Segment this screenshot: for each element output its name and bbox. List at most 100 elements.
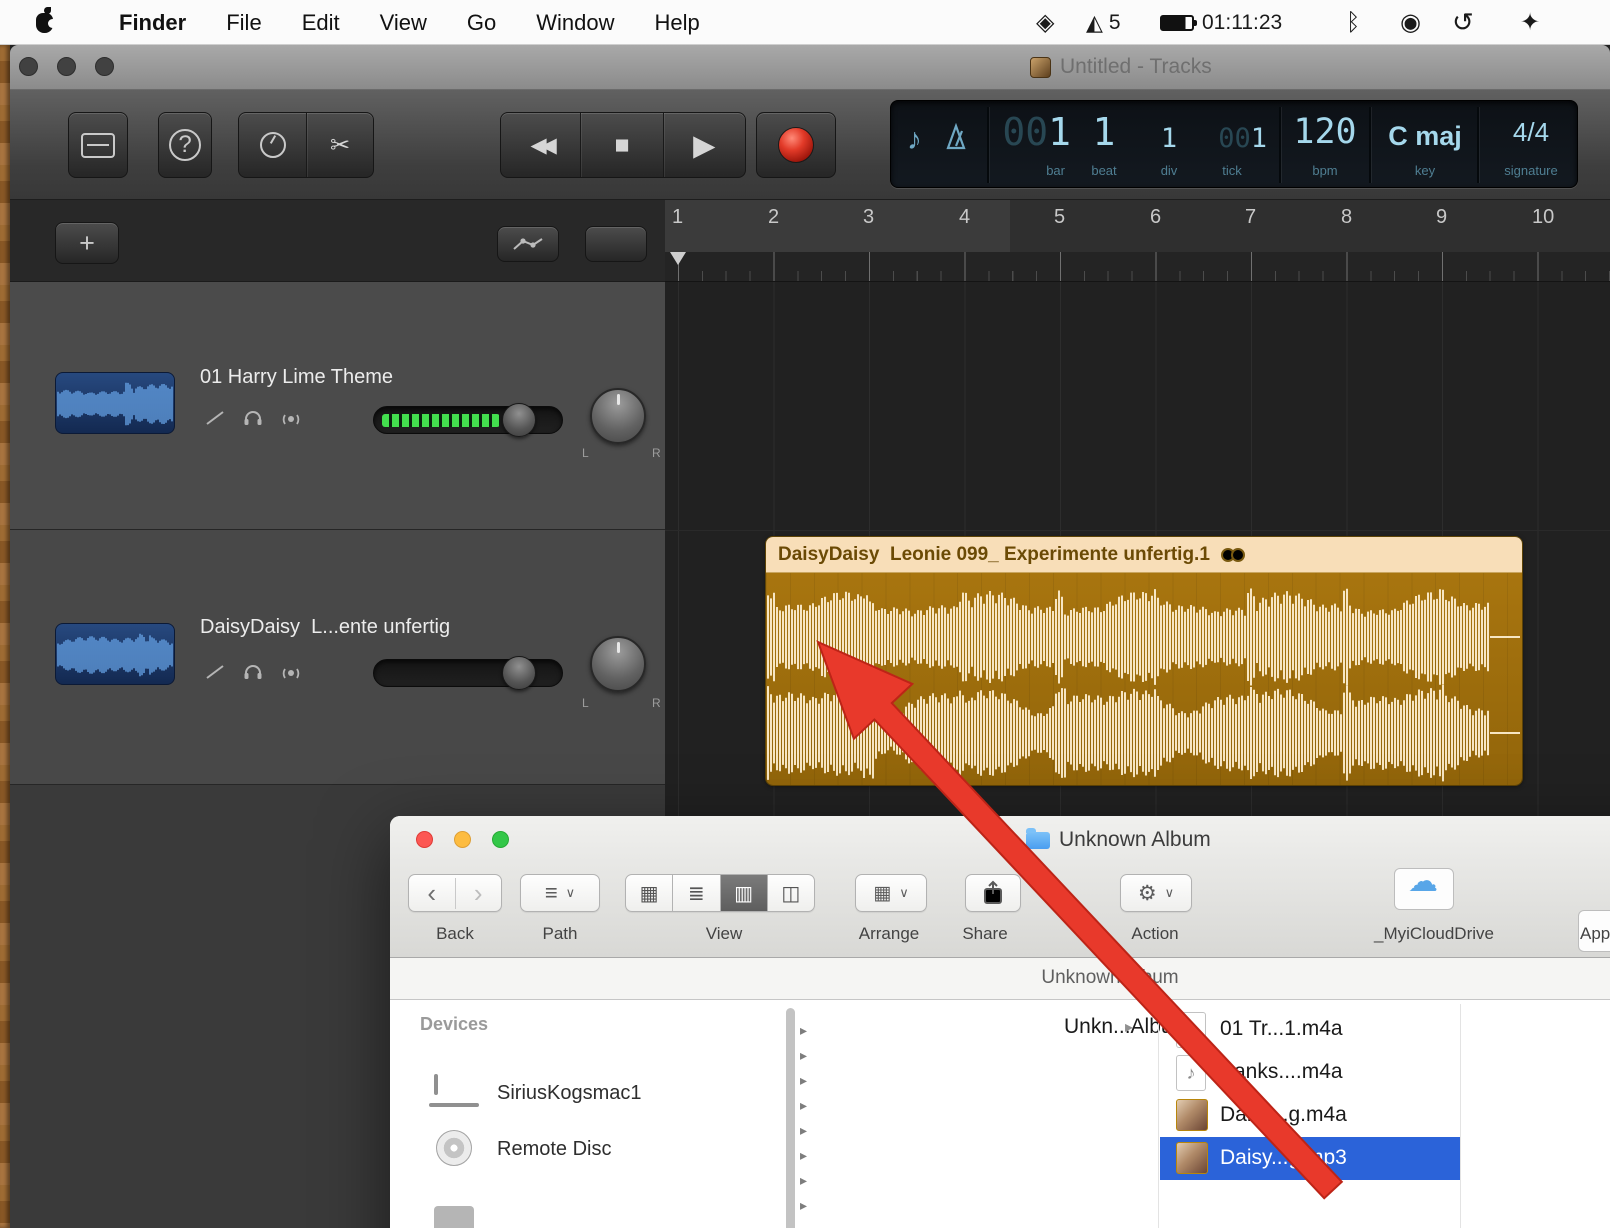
disclosure-icon[interactable]: ▸ xyxy=(800,1097,807,1114)
minimize-icon[interactable] xyxy=(454,831,471,848)
lcd-bar-value[interactable]: 001 xyxy=(991,113,1071,151)
region-header[interactable]: DaisyDaisy Leonie 099_ Experimente unfer… xyxy=(766,537,1522,573)
share-button[interactable] xyxy=(965,874,1021,912)
file-row[interactable]: Daisy...g.m4a xyxy=(1160,1094,1460,1137)
forward-button[interactable]: › xyxy=(454,877,502,909)
menu-window[interactable]: Window xyxy=(536,10,614,36)
column-folder-row[interactable]: Unkn...Album ▸ xyxy=(820,1008,1190,1050)
icloud-drive-button[interactable]: ☁ xyxy=(1394,867,1454,910)
accessibility-icon[interactable]: ◉ xyxy=(1400,0,1421,45)
path-bar-text: Unknown Album xyxy=(1041,967,1179,988)
sidebar-item-remote-disc[interactable]: Remote Disc xyxy=(497,1138,611,1161)
disclosure-icon[interactable]: ▸ xyxy=(800,1197,807,1214)
lcd-beat-value[interactable]: 1 xyxy=(1079,113,1129,151)
arrange-button[interactable]: ▦ ∨ xyxy=(855,874,927,912)
sidebar-scrollbar[interactable] xyxy=(786,1008,795,1228)
headphones-icon[interactable] xyxy=(234,402,272,434)
menu-view[interactable]: View xyxy=(380,10,427,36)
lcd-div-value[interactable]: 1 xyxy=(1147,125,1191,152)
track-header-2[interactable]: DaisyDaisy L...ente unfertig L R xyxy=(10,530,665,785)
edit-tools-button[interactable]: ✂ xyxy=(306,113,373,177)
signal-status-icon[interactable]: ◭ 5 xyxy=(1086,0,1121,45)
library-button[interactable] xyxy=(68,112,128,178)
help-button[interactable]: ? xyxy=(158,112,212,178)
view-columns-icon[interactable]: ▥ xyxy=(720,875,768,911)
track-header-1[interactable]: 01 Harry Lime Theme L R xyxy=(10,282,665,530)
headphones-icon[interactable] xyxy=(234,656,272,688)
icloud-drive-label: _MyiCloudDrive xyxy=(1374,924,1494,943)
disclosure-icon[interactable]: ▸ xyxy=(800,1022,807,1039)
track2-waveform-thumbnail[interactable] xyxy=(55,623,175,685)
automation-button[interactable] xyxy=(497,226,559,262)
battery-icon xyxy=(1160,14,1197,31)
disclosure-icon[interactable]: ▸ xyxy=(800,1172,807,1189)
menu-help[interactable]: Help xyxy=(655,10,700,36)
dropbox-icon[interactable]: ◈ xyxy=(1036,0,1054,45)
time-machine-icon[interactable]: ↺ xyxy=(1452,0,1474,45)
menu-app-name[interactable]: Finder xyxy=(119,10,186,36)
path-button[interactable]: ≡ ∨ xyxy=(520,874,600,912)
disclosure-icon[interactable]: ▸ xyxy=(800,1147,807,1164)
lcd-key-value[interactable]: C maj xyxy=(1383,121,1467,152)
note-mode-icon[interactable]: ♪ xyxy=(907,123,922,157)
track1-waveform-thumbnail[interactable] xyxy=(55,372,175,434)
view-list-icon[interactable]: ≣ xyxy=(673,875,721,911)
track1-name[interactable]: 01 Harry Lime Theme xyxy=(200,366,393,389)
track2-name[interactable]: DaisyDaisy L...ente unfertig xyxy=(200,616,450,639)
desktop-wallpaper xyxy=(0,45,10,1228)
action-button[interactable]: ⚙ ∨ xyxy=(1120,874,1192,912)
column-divider[interactable] xyxy=(1460,1004,1461,1228)
track2-volume-slider[interactable] xyxy=(373,656,563,690)
battery-status[interactable]: 01:11:23 xyxy=(1160,0,1282,45)
file-row-selected[interactable]: Daisy...g.mp3 xyxy=(1160,1137,1460,1180)
menu-edit[interactable]: Edit xyxy=(302,10,340,36)
mute-icon[interactable] xyxy=(196,656,234,688)
record-button[interactable] xyxy=(756,112,836,178)
zoom-icon[interactable] xyxy=(95,57,114,76)
lcd-display[interactable]: ♪ 001 bar 1 beat 1 div 001 tick 120 bpm … xyxy=(890,100,1578,188)
close-icon[interactable] xyxy=(19,57,38,76)
track2-pan-knob[interactable] xyxy=(590,636,646,692)
mute-icon[interactable] xyxy=(196,402,234,434)
audio-region[interactable]: DaisyDaisy Leonie 099_ Experimente unfer… xyxy=(765,536,1523,786)
track1-volume-knob[interactable] xyxy=(502,403,536,437)
rewind-button[interactable]: ◀◀ xyxy=(501,113,580,177)
column-divider[interactable] xyxy=(1158,1004,1159,1228)
lcd-tick-value[interactable]: 001 xyxy=(1197,125,1267,152)
minimize-icon[interactable] xyxy=(57,57,76,76)
input-monitor-icon[interactable] xyxy=(272,402,310,434)
disclosure-icon[interactable]: ▸ xyxy=(800,1072,807,1089)
lcd-signature-value[interactable]: 4/4 xyxy=(1489,117,1573,148)
path-label: Path xyxy=(542,924,578,943)
view-icons-icon[interactable]: ▦ xyxy=(626,875,674,911)
close-icon[interactable] xyxy=(416,831,433,848)
disclosure-icon[interactable]: ▸ xyxy=(800,1047,807,1064)
bluetooth-icon[interactable]: ᛒ xyxy=(1346,0,1360,45)
menu-file[interactable]: File xyxy=(226,10,261,36)
menu-go[interactable]: Go xyxy=(467,10,496,36)
track1-pan-knob[interactable] xyxy=(590,388,646,444)
file-row[interactable]: ♪ 01 Tr...1.m4a xyxy=(1160,1008,1460,1051)
track-filter-button[interactable] xyxy=(585,226,647,262)
menu-extra-icon[interactable]: ✦ xyxy=(1520,0,1540,45)
track1-volume-slider[interactable] xyxy=(373,403,563,437)
metronome-icon[interactable] xyxy=(943,123,969,151)
input-monitor-icon[interactable] xyxy=(272,656,310,688)
file-row[interactable]: ♪ Banks....m4a xyxy=(1160,1051,1460,1094)
tuner-button[interactable] xyxy=(239,113,306,177)
apple-menu-icon[interactable] xyxy=(36,6,57,33)
track2-volume-knob[interactable] xyxy=(502,656,536,690)
ruler-bar-8: 8 xyxy=(1341,206,1353,228)
stop-button[interactable]: ■ xyxy=(580,113,662,177)
view-coverflow-icon[interactable]: ◫ xyxy=(768,875,814,911)
lcd-tempo-value[interactable]: 120 xyxy=(1289,115,1361,150)
timeline-ruler[interactable]: 1 2 3 4 5 6 7 8 9 10 xyxy=(665,200,1610,252)
sidebar-item-computer[interactable]: SiriusKogsmac1 xyxy=(497,1082,642,1105)
playhead-icon[interactable] xyxy=(670,252,686,265)
timeline-ticks[interactable] xyxy=(665,252,1610,282)
add-track-button[interactable]: + xyxy=(55,222,119,264)
play-button[interactable]: ▶ xyxy=(662,113,745,177)
back-button[interactable]: ‹ xyxy=(409,878,455,909)
zoom-icon[interactable] xyxy=(492,831,509,848)
disclosure-icon[interactable]: ▸ xyxy=(800,1122,807,1139)
